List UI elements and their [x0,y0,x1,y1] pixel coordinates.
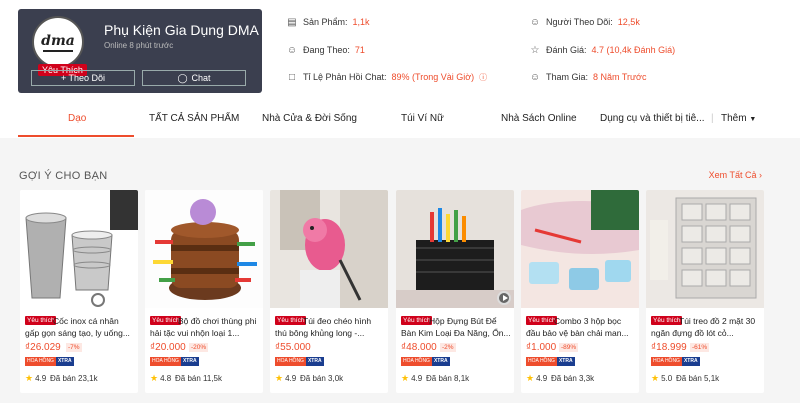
tab-books[interactable]: Nhà Sách Online [501,113,577,124]
product-rating: ★ 4.9 [526,373,548,383]
product-title[interactable]: Combo 3 hộp bọc đầu bảo vệ bàn chải man.… [526,315,636,339]
shop-header: dma Yêu Thích Phụ Kiện Gia Dụng DMA Onli… [0,0,800,138]
product-price: ₫55.000 [275,342,311,353]
user-icon: ☺ [529,71,541,83]
star-icon: ★ [526,373,535,383]
product-image [396,190,514,308]
stat-rating: ☆ Đánh Giá: 4.7 (10,4k Đánh Giá) [530,44,676,56]
product-image [145,190,263,308]
star-icon: ★ [401,373,410,383]
shop-card: dma Yêu Thích Phụ Kiện Gia Dụng DMA Onli… [18,9,262,93]
discount-badge: -2% [440,343,456,352]
product-image [20,190,138,308]
star-icon: ★ [25,373,34,383]
shop-tabs: Dạo TẤT CẢ SẢN PHẨM Nhà Cửa & Đời Sống T… [0,104,800,138]
product-title[interactable]: Túi đeo chéo hình thú bông khủng long -.… [275,315,385,339]
product-title[interactable]: Bộ đồ chơi thùng phi hải tặc vui nhộn lo… [150,315,260,339]
sold-count: Đã bán 3,0k [300,374,344,383]
chevron-right-icon: › [759,170,762,180]
product-price: ₫1.000 [526,342,557,353]
product-card[interactable]: Yêu thích Túi đeo chéo hình thú bông khủ… [270,190,388,393]
store-icon: ▤ [287,16,297,28]
product-price: ₫26.029 [25,342,61,353]
stat-response-rate: □ Tỉ Lệ Phản Hồi Chat: 89% (Trong Vài Giờ… [286,71,487,83]
tab-womens-bags[interactable]: Túi Ví Nữ [401,113,444,124]
video-play-icon[interactable] [497,291,511,305]
commission-tag: HOA HỒNG XTRA [275,357,324,366]
sold-count: Đã bán 23,1k [50,374,98,383]
discount-badge: -61% [690,343,710,352]
shop-avatar[interactable]: dma [32,16,84,68]
star-icon: ★ [275,373,284,383]
chat-bubble-icon: □ [288,71,296,83]
product-price: ₫48.000 [401,342,437,353]
info-icon[interactable]: ⓘ [479,72,487,83]
product-rating: ★ 5.0 [651,373,673,383]
commission-tag: HOA HỒNG XTRA [150,357,199,366]
commission-tag: HOA HỒNG XTRA [651,357,700,366]
product-card[interactable]: Yêu thích Túi treo đồ 2 mặt 30 ngăn đựng… [646,190,764,393]
product-rating: ★ 4.9 [25,373,47,383]
section-title: GỢI Ý CHO BẠN [19,170,108,182]
product-rating: ★ 4.9 [275,373,297,383]
sold-count: Đã bán 11,5k [175,374,222,383]
tab-more[interactable]: Thêm ▼ [721,113,756,124]
sold-count: Đã bán 3,3k [551,374,595,383]
stat-joined: ☺ Tham Gia: 8 Năm Trước [529,71,647,83]
tab-explore[interactable]: Dạo [68,113,86,124]
stat-following: ☺ Đang Theo: 71 [286,44,365,56]
chat-icon: ◯ [177,72,188,83]
product-price: ₫18.999 [651,342,687,353]
product-title[interactable]: Túi treo đồ 2 mặt 30 ngăn đựng đồ lót cỏ… [651,315,761,339]
chat-button[interactable]: ◯ Chat [142,70,246,86]
users-icon: ☺ [529,16,541,28]
product-title[interactable]: Cốc inox cá nhân gấp gọn sáng tạo, ly uố… [25,315,135,339]
product-price: ₫20.000 [150,342,186,353]
sold-count: Đã bán 5,1k [676,374,720,383]
product-image [646,190,764,308]
shop-logo: dma [41,32,75,49]
product-card[interactable]: Yêu thích Hộp Đựng Bút Để Bàn Kim Loại Đ… [396,190,514,393]
caret-down-icon: ▼ [749,116,757,123]
star-icon: ★ [651,373,660,383]
product-card[interactable]: Yêu thích Cốc inox cá nhân gấp gọn sáng … [20,190,138,393]
discount-badge: -20% [189,343,209,352]
stat-products: ▤ Sản Phẩm: 1,1k [287,16,370,28]
product-rating: ★ 4.8 [150,373,172,383]
active-tab-indicator [18,135,134,137]
tab-home-living[interactable]: Nhà Cửa & Đời Sống [262,113,357,124]
discount-badge: -89% [559,343,579,352]
star-icon: ☆ [530,44,540,56]
product-rating: ★ 4.9 [401,373,423,383]
product-image [521,190,639,308]
tab-all-products[interactable]: TẤT CẢ SẢN PHẨM [149,113,239,124]
user-plus-icon: ☺ [286,44,298,56]
product-title[interactable]: Hộp Đựng Bút Để Bàn Kim Loại Đa Năng, Ổn… [401,315,511,339]
see-all-link[interactable]: Xem Tất Cả › [709,170,762,180]
product-image [270,190,388,308]
sold-count: Đã bán 8,1k [426,374,470,383]
commission-tag: HOA HỒNG XTRA [25,357,74,366]
star-icon: ★ [150,373,159,383]
shop-name: Phụ Kiện Gia Dụng DMA [104,22,259,38]
product-card[interactable]: Yêu thích Combo 3 hộp bọc đầu bảo vệ bàn… [521,190,639,393]
online-status: Online 8 phút trước [104,41,174,50]
discount-badge: -7% [66,343,82,352]
tab-tools[interactable]: Dụng cụ và thiết bị tiê... [600,113,705,124]
stat-followers: ☺ Người Theo Dõi: 12,5k [529,16,640,28]
product-card[interactable]: Yêu thích Bộ đồ chơi thùng phi hải tặc v… [145,190,263,393]
commission-tag: HOA HỒNG XTRA [401,357,450,366]
follow-button[interactable]: + Theo Dõi [31,70,135,86]
commission-tag: HOA HỒNG XTRA [526,357,575,366]
